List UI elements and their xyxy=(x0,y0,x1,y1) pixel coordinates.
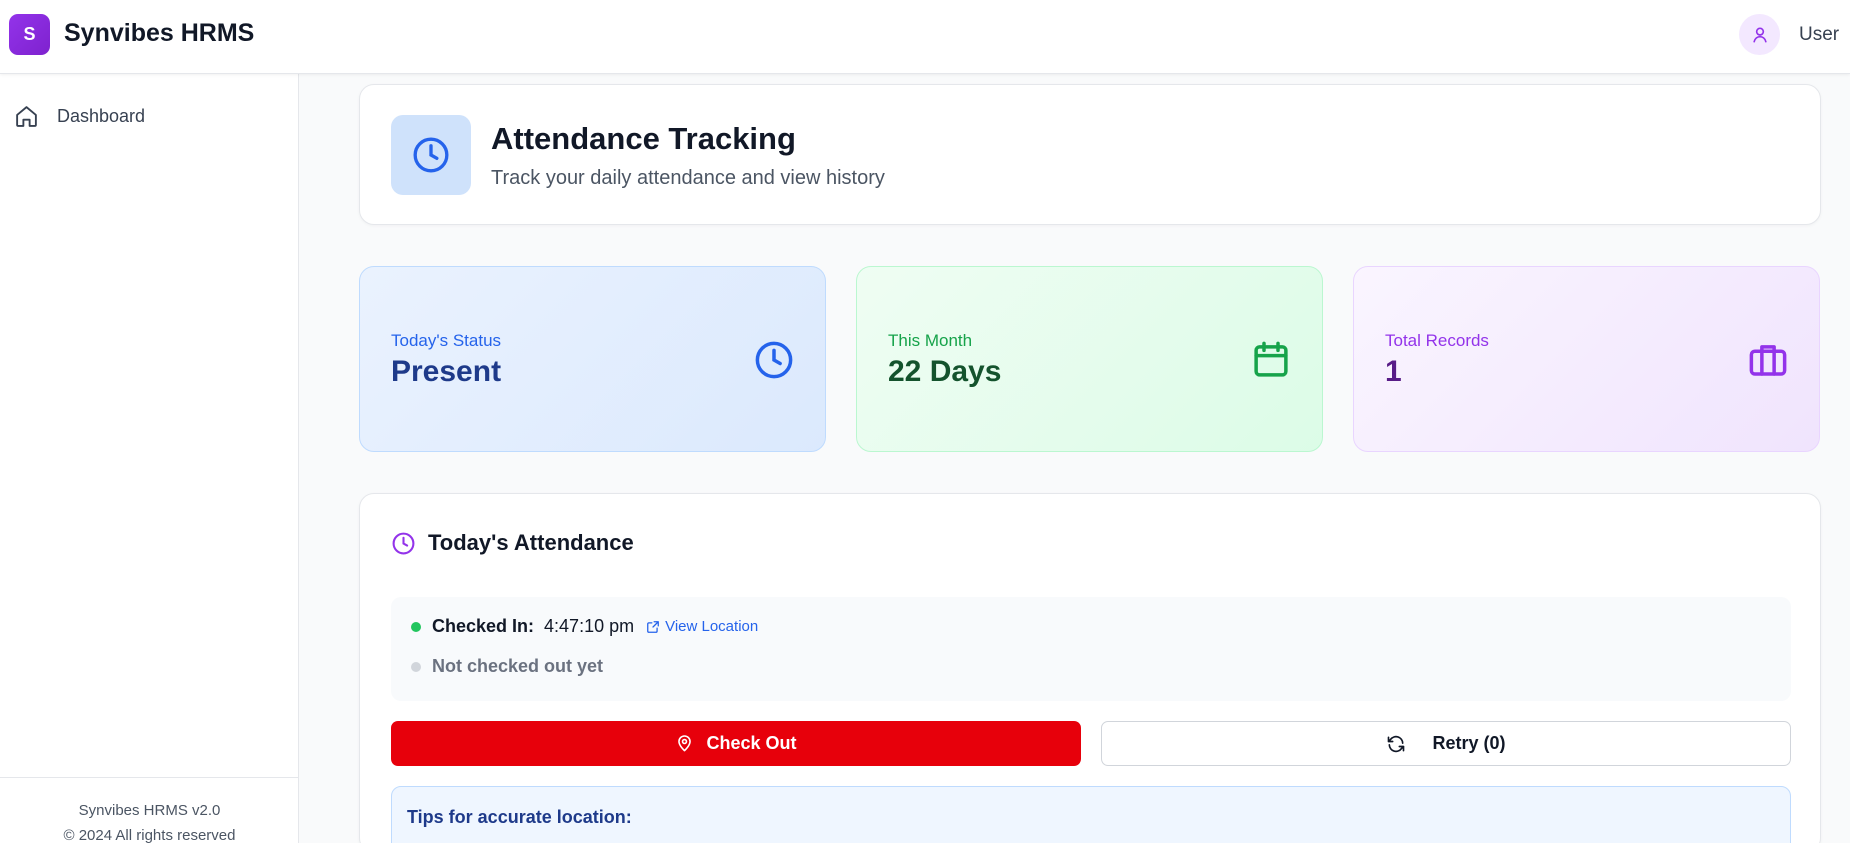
home-icon xyxy=(16,106,37,127)
page-header-card: Attendance Tracking Track your daily att… xyxy=(359,84,1821,225)
refresh-icon xyxy=(1388,735,1405,752)
stat-label: This Month xyxy=(888,331,973,350)
calendar-icon xyxy=(1254,341,1288,377)
stat-value: 22 Days xyxy=(888,355,1002,388)
status-dot-gray xyxy=(411,661,421,672)
clock-icon xyxy=(392,532,415,554)
sidebar-item-dashboard[interactable]: Dashboard xyxy=(14,104,145,129)
briefcase-icon xyxy=(1749,345,1787,376)
footer-copyright: © 2024 All rights reserved xyxy=(63,827,236,843)
checked-in-time: 4:47:10 pm xyxy=(544,616,635,636)
check-out-label: Check Out xyxy=(706,733,797,753)
user-name[interactable]: User xyxy=(1799,24,1839,46)
attendance-status-panel: Checked In: 4:47:10 pm View Location Not… xyxy=(391,597,1791,701)
stat-card-total-records: Total Records 1 xyxy=(1353,266,1820,452)
todays-attendance-card: Today's Attendance Checked In: 4:47:10 p… xyxy=(359,493,1821,843)
tips-title: Tips for accurate location: xyxy=(407,807,632,827)
status-dot-green xyxy=(411,621,421,632)
checked-in-label: Checked In: xyxy=(432,616,535,636)
attendance-title: Today's Attendance xyxy=(428,530,634,555)
checkout-status: Not checked out yet xyxy=(432,656,604,676)
stat-card-this-month: This Month 22 Days xyxy=(856,266,1323,452)
header-icon-box xyxy=(391,115,471,195)
user-icon xyxy=(1752,27,1767,43)
attendance-title-row: Today's Attendance xyxy=(391,530,634,556)
user-avatar[interactable] xyxy=(1739,14,1780,55)
page-subtitle: Track your daily attendance and view his… xyxy=(491,167,885,189)
sidebar-footer: Synvibes HRMS v2.0 © 2024 All rights res… xyxy=(0,777,299,843)
clock-icon xyxy=(755,341,793,379)
stat-card-today-status: Today's Status Present xyxy=(359,266,826,452)
checkout-status-row: Not checked out yet xyxy=(411,656,603,677)
page-title: Attendance Tracking xyxy=(491,121,796,156)
location-tips-panel: Tips for accurate location: xyxy=(391,786,1791,843)
footer-version: Synvibes HRMS v2.0 xyxy=(78,802,221,819)
stat-value: 1 xyxy=(1385,355,1402,388)
stat-label: Total Records xyxy=(1385,331,1489,350)
retry-label: Retry (0) xyxy=(1432,733,1506,753)
stat-value: Present xyxy=(391,355,502,388)
app-title[interactable]: Synvibes HRMS xyxy=(64,19,254,48)
retry-button[interactable]: Retry (0) xyxy=(1101,721,1791,766)
checked-in-row: Checked In: 4:47:10 pm View Location xyxy=(411,616,758,637)
check-out-button[interactable]: Check Out xyxy=(391,721,1081,766)
map-pin-icon xyxy=(678,735,692,752)
app-logo[interactable]: S xyxy=(9,14,50,55)
sidebar-item-label: Dashboard xyxy=(57,106,146,126)
view-location-label: View Location xyxy=(665,618,759,635)
view-location-link[interactable]: View Location xyxy=(646,618,758,635)
external-link-icon xyxy=(647,620,659,633)
logo-letter: S xyxy=(23,24,36,44)
top-header: S Synvibes HRMS User xyxy=(0,0,1850,74)
clock-icon xyxy=(413,137,449,173)
stat-label: Today's Status xyxy=(391,331,502,350)
sidebar: Dashboard Synvibes HRMS v2.0 © 2024 All … xyxy=(0,74,299,843)
